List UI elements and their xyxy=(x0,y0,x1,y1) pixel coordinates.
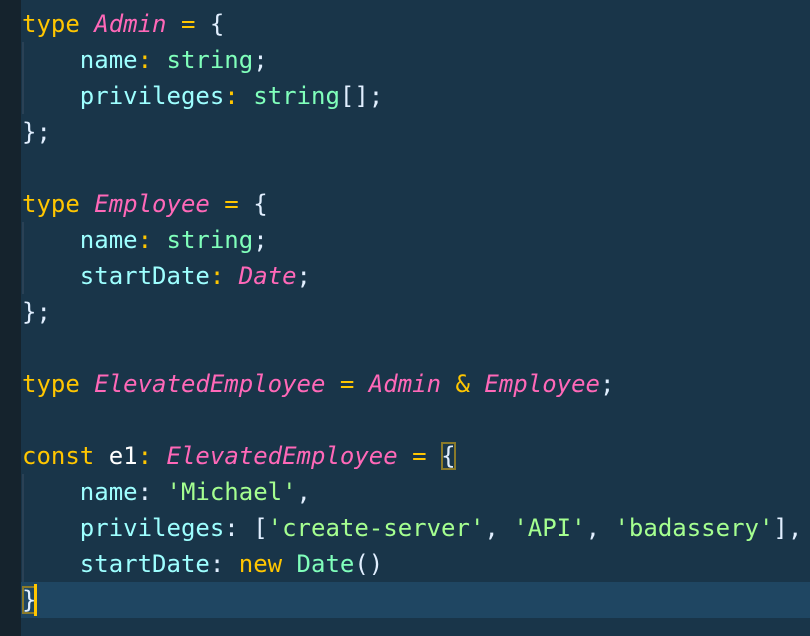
code-token: type xyxy=(22,190,95,218)
code-line[interactable]: privileges: string[]; xyxy=(22,78,810,114)
code-line[interactable]: }; xyxy=(22,294,810,330)
code-token: type xyxy=(22,10,95,38)
code-line[interactable] xyxy=(22,330,810,366)
code-token: & xyxy=(441,370,485,398)
code-token: ; xyxy=(296,262,311,290)
code-line[interactable]: name: string; xyxy=(22,222,810,258)
indent-guide xyxy=(22,474,24,510)
code-token: privileges xyxy=(22,82,225,110)
code-token: : xyxy=(137,442,167,470)
code-token: 'Michael' xyxy=(166,478,297,506)
code-token: 'badassery' xyxy=(614,514,774,542)
indent-guide xyxy=(22,42,24,78)
code-token: , xyxy=(296,478,311,506)
code-token: : xyxy=(209,262,239,290)
code-token: name xyxy=(22,46,138,74)
code-line[interactable]: type Admin = { xyxy=(22,6,810,42)
code-token: Date xyxy=(238,262,297,290)
code-line[interactable]: name: string; xyxy=(22,42,810,78)
code-token: string xyxy=(253,82,340,110)
code-line[interactable]: name: 'Michael', xyxy=(22,474,810,510)
code-token: : [ xyxy=(224,514,268,542)
code-token: 'API' xyxy=(513,514,586,542)
code-token: = xyxy=(209,190,254,218)
code-token: Admin xyxy=(94,10,167,38)
code-token: : xyxy=(209,550,239,578)
code-token: name xyxy=(22,226,138,254)
code-token: type xyxy=(22,370,95,398)
code-token: = xyxy=(325,370,369,398)
code-token: { xyxy=(253,190,268,218)
code-line[interactable]: type Employee = { xyxy=(22,186,810,222)
code-token: ElevatedEmployee xyxy=(166,442,398,470)
code-line[interactable]: type ElevatedEmployee = Admin & Employee… xyxy=(22,366,810,402)
code-line[interactable]: startDate: new Date() xyxy=(22,546,810,582)
code-token: const xyxy=(22,442,109,470)
code-token: startDate xyxy=(22,550,210,578)
code-line[interactable]: }; xyxy=(22,114,810,150)
code-token: { xyxy=(441,442,456,470)
code-token: { xyxy=(209,10,225,38)
code-token: Admin xyxy=(368,370,442,398)
code-line[interactable]: } xyxy=(21,582,810,618)
editor-gutter xyxy=(0,0,21,636)
code-token: ], xyxy=(773,514,803,542)
code-line[interactable]: privileges: ['create-server', 'API', 'ba… xyxy=(22,510,810,546)
code-token: Employee xyxy=(94,190,210,218)
code-token: startDate xyxy=(22,262,210,290)
code-token: privileges xyxy=(22,514,225,542)
indent-guide xyxy=(22,222,24,258)
indent-guide xyxy=(22,78,24,114)
code-token: = xyxy=(397,442,442,470)
code-token: string xyxy=(166,46,254,74)
code-token: }; xyxy=(22,298,51,326)
code-token: = xyxy=(166,10,210,38)
code-token: []; xyxy=(339,82,384,110)
code-token: string xyxy=(166,226,254,254)
code-token: , xyxy=(585,514,615,542)
code-token: : xyxy=(137,226,167,254)
code-line[interactable] xyxy=(22,402,810,438)
code-token: , xyxy=(484,514,514,542)
code-token: new xyxy=(238,550,297,578)
indent-guide xyxy=(22,510,24,546)
text-cursor xyxy=(34,584,37,616)
code-token: }; xyxy=(22,118,51,146)
code-token: Date xyxy=(296,550,355,578)
code-token: ; xyxy=(253,226,268,254)
code-line[interactable]: const e1: ElevatedEmployee = { xyxy=(22,438,810,474)
code-token: e1 xyxy=(108,442,138,470)
indent-guide xyxy=(22,258,24,294)
code-token: name xyxy=(22,478,138,506)
code-token: ; xyxy=(600,370,615,398)
code-token: : xyxy=(137,46,167,74)
code-token: ElevatedEmployee xyxy=(94,370,326,398)
code-token: 'create-server' xyxy=(267,514,485,542)
code-token: () xyxy=(354,550,384,578)
indent-guide xyxy=(22,546,24,582)
code-line[interactable]: startDate: Date; xyxy=(22,258,810,294)
code-token: : xyxy=(224,82,254,110)
code-line[interactable] xyxy=(22,150,810,186)
code-editor[interactable]: type Admin = { name: string; privileges:… xyxy=(21,6,810,618)
code-token: Employee xyxy=(484,370,600,398)
code-token: : xyxy=(137,478,167,506)
code-token: ; xyxy=(253,46,268,74)
